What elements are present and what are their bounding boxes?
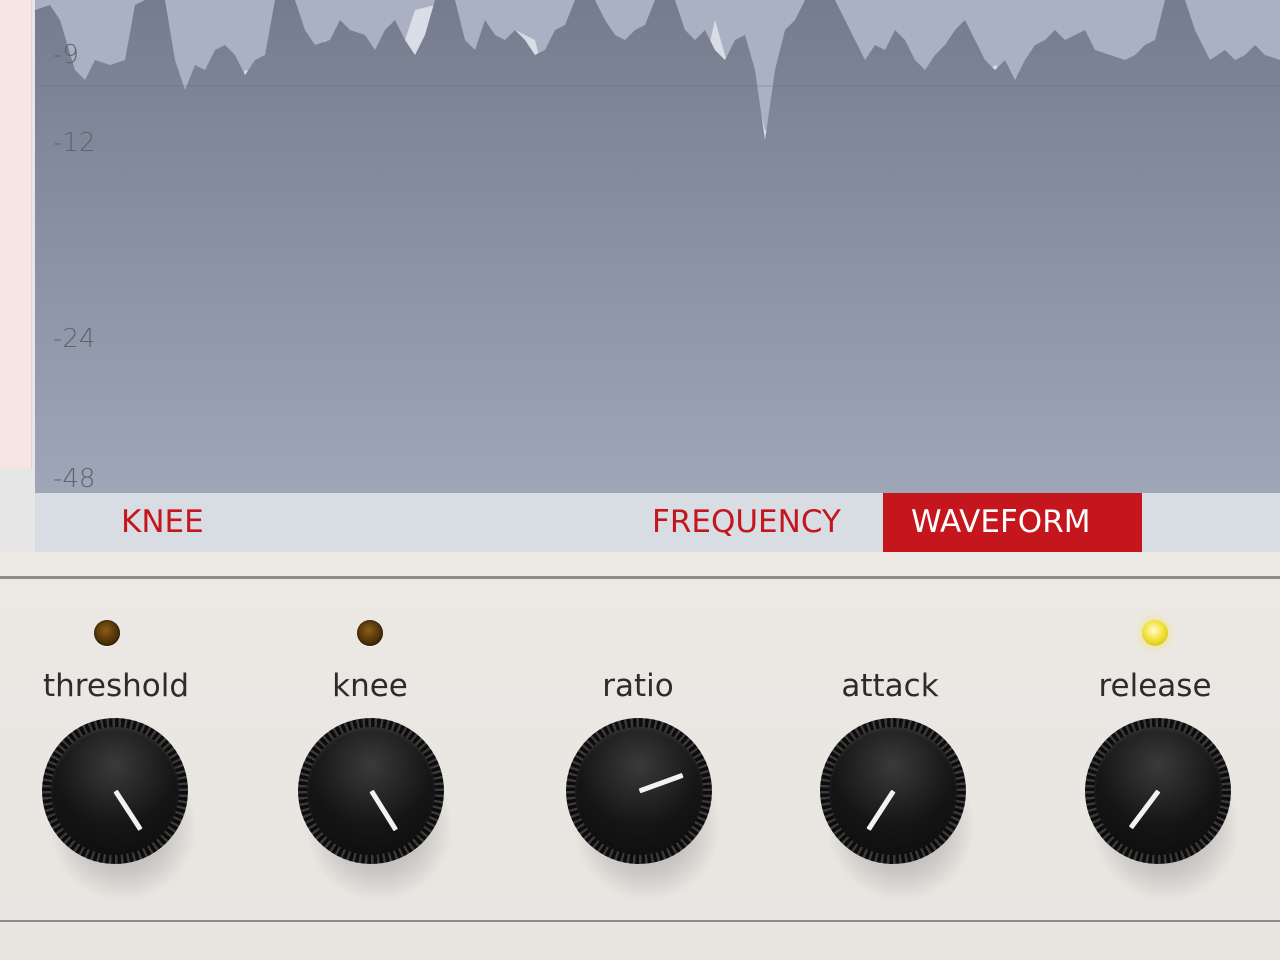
- ratio-knob[interactable]: [566, 718, 722, 902]
- threshold-led: [94, 620, 120, 646]
- ratio-label: ratio: [602, 668, 674, 704]
- db-label-minus-24: -24: [53, 324, 96, 354]
- tab-frequency[interactable]: FREQUENCY: [624, 493, 869, 552]
- level-meter: [0, 0, 32, 468]
- view-tab-bar: KNEE FREQUENCY WAVEFORM: [35, 493, 1280, 553]
- tab-waveform[interactable]: WAVEFORM: [883, 493, 1142, 552]
- waveform-graph: [35, 0, 1280, 493]
- release-led: [1142, 620, 1168, 646]
- panel-divider-bottom: [0, 920, 1280, 922]
- threshold-label: threshold: [43, 668, 189, 704]
- waveform-body-area: [35, 0, 1280, 493]
- db-label-minus-12: -12: [53, 128, 96, 158]
- panel-divider-top: [0, 576, 1280, 579]
- knee-knob[interactable]: [298, 718, 454, 902]
- tab-knee[interactable]: KNEE: [93, 493, 232, 552]
- attack-label: attack: [841, 668, 939, 704]
- release-label: release: [1098, 668, 1212, 704]
- left-meter-strip: [0, 0, 35, 552]
- db-label-minus-48: -48: [53, 464, 96, 493]
- threshold-knob[interactable]: [42, 718, 198, 902]
- attack-knob[interactable]: [820, 718, 976, 902]
- knee-label: knee: [332, 668, 408, 704]
- knee-led: [357, 620, 383, 646]
- waveform-display[interactable]: -9 -12 -24 -48: [35, 0, 1280, 493]
- release-knob[interactable]: [1085, 718, 1241, 902]
- db-label-minus-9: -9: [53, 40, 79, 70]
